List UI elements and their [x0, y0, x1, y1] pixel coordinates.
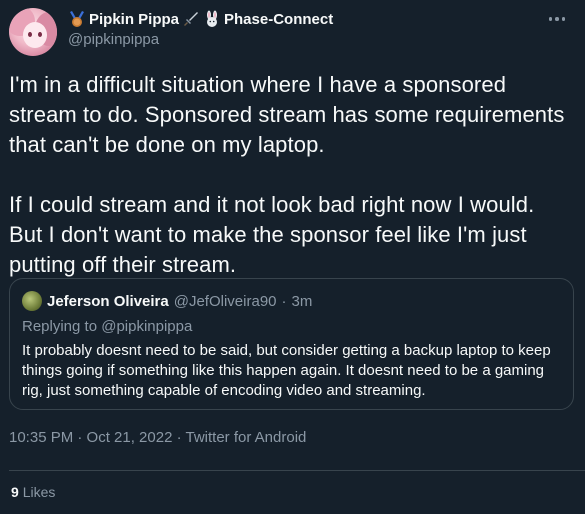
- avatar-face: [23, 22, 47, 48]
- sword-icon: [182, 10, 200, 28]
- tweet-paragraph: I'm in a difficult situation where I hav…: [9, 72, 565, 157]
- quoted-author-name: Jeferson Oliveira: [47, 292, 169, 310]
- avatar-eye: [38, 32, 42, 37]
- quoted-age: 3m: [291, 292, 313, 310]
- tweet-text: I'm in a difficult situation where I hav…: [9, 70, 569, 280]
- likes-count[interactable]: 9 Likes: [11, 484, 55, 500]
- tweet-timestamp[interactable]: 10:35 PM · Oct 21, 2022 · Twitter for An…: [9, 429, 306, 446]
- bunny-icon: [203, 10, 221, 28]
- more-options-icon[interactable]: [545, 10, 569, 28]
- tweet: Pipkin Pippa Phase-Connect @pipkinpippa: [0, 0, 585, 514]
- quoted-separator: ·: [281, 292, 287, 310]
- quoted-avatar: [22, 291, 42, 311]
- author-name-row[interactable]: Pipkin Pippa Phase-Connect: [68, 10, 333, 28]
- avatar[interactable]: [9, 8, 57, 56]
- avatar-eye: [28, 32, 32, 37]
- quoted-tweet-header: Jeferson Oliveira @JefOliveira90 · 3m: [22, 291, 312, 311]
- likes-label: Likes: [22, 484, 56, 500]
- author-handle[interactable]: @pipkinpippa: [68, 31, 159, 48]
- divider: [9, 470, 585, 471]
- author-display-name: Pipkin Pippa: [89, 10, 180, 28]
- likes-number: 9: [11, 484, 19, 500]
- medal-icon: [68, 10, 86, 28]
- quoted-tweet[interactable]: Jeferson Oliveira @JefOliveira90 · 3m Re…: [9, 278, 574, 410]
- quoted-tweet-text: It probably doesnt need to be said, but …: [22, 342, 551, 399]
- quoted-author-handle: @JefOliveira90: [173, 292, 277, 310]
- tweet-paragraph: If I could stream and it not look bad ri…: [9, 192, 535, 277]
- quoted-replying-to: Replying to @pipkinpippa: [22, 318, 193, 335]
- author-channel-name: Phase-Connect: [224, 10, 334, 28]
